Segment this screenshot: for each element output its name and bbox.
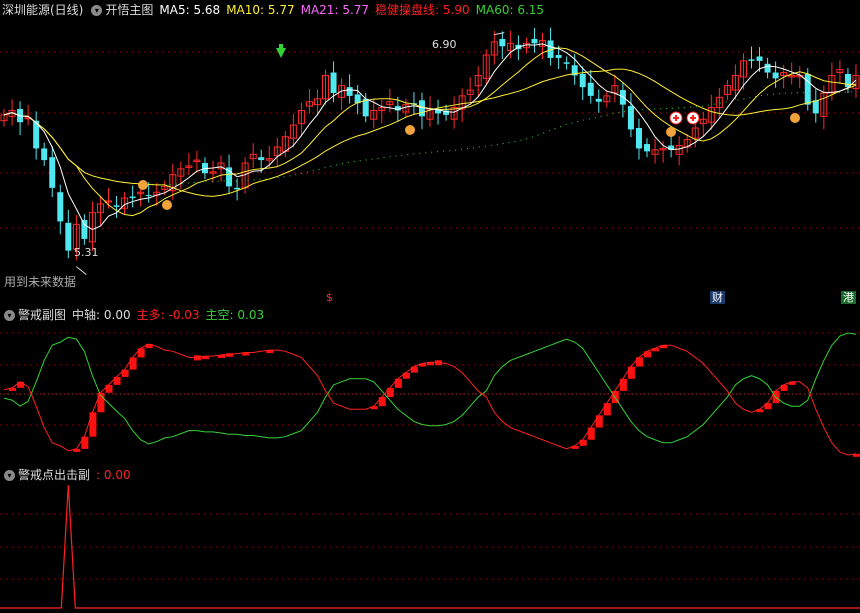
hand-point-icon xyxy=(666,127,676,137)
ma10-line xyxy=(3,47,856,217)
down-arrow-icon xyxy=(279,44,283,49)
bear-label: 主空: xyxy=(205,308,234,322)
ma21-line xyxy=(3,68,857,197)
candle-body-down xyxy=(764,63,771,73)
candle-body-down xyxy=(756,56,763,61)
ma5-value: 5.68 xyxy=(193,3,221,17)
bull-block xyxy=(113,376,121,385)
candle-body-down xyxy=(346,87,353,96)
bull-block xyxy=(121,369,129,377)
ma21-label: MA21: xyxy=(300,3,339,17)
hand-point-icon xyxy=(138,180,148,190)
candle-body-down xyxy=(555,55,562,58)
stable-line-value: 5.90 xyxy=(442,3,470,17)
candle-body-down xyxy=(113,205,120,207)
candle-body-down xyxy=(531,38,538,44)
candle-body-down xyxy=(579,74,586,88)
strike-point-subchart-svg[interactable] xyxy=(0,465,860,613)
bull-block xyxy=(89,412,97,437)
stable-line-label: 稳健操盘线: xyxy=(375,3,440,17)
down-arrow-icon xyxy=(276,48,286,58)
warning-subchart-header: ▾ 警戒副图 中轴: 0.00 主多: -0.03 主空: 0.03 xyxy=(2,307,270,323)
candle-body-down xyxy=(145,195,152,197)
ma5-line xyxy=(3,43,857,231)
bull-block xyxy=(587,427,595,440)
low-price-marker xyxy=(76,266,87,276)
strike-point-value: : 0.00 xyxy=(96,468,131,482)
main-chart-name[interactable]: 开悟主图 xyxy=(105,2,153,18)
ma10-value: 5.77 xyxy=(267,3,295,17)
bull-block xyxy=(81,436,89,449)
strike-point-name[interactable]: 警戒点出击副 xyxy=(18,467,90,483)
candle-body-down xyxy=(595,98,602,102)
high-price-label: 6.90 xyxy=(432,38,457,51)
bull-block xyxy=(627,366,635,379)
main-chart-panel[interactable]: 深圳能源(日线) ▾ 开悟主图 MA5: 5.68 MA10: 5.77 MA2… xyxy=(0,0,860,305)
main-chart-header: 深圳能源(日线) ▾ 开悟主图 MA5: 5.68 MA10: 5.77 MA2… xyxy=(2,2,550,18)
candle-body-down xyxy=(258,157,265,161)
bull-block xyxy=(394,378,402,388)
candle-body-down xyxy=(65,222,72,251)
ma60-label: MA60: xyxy=(475,3,514,17)
axis-label: 中轴: xyxy=(72,308,101,322)
candle-body-down xyxy=(804,74,811,105)
future-data-note: 用到未来数据 xyxy=(4,275,77,289)
bull-block xyxy=(378,397,386,407)
bull-block xyxy=(105,384,113,393)
bull-block xyxy=(635,357,643,367)
chevron-down-icon[interactable]: ▾ xyxy=(91,4,103,16)
strike-point-header: ▾ 警戒点出击副 : 0.00 xyxy=(2,467,137,483)
candle-body-down xyxy=(748,59,755,61)
hand-point-icon xyxy=(790,113,800,123)
bull-label: 主多: xyxy=(136,308,165,322)
ma21-value: 5.77 xyxy=(342,3,370,17)
candle-body-up xyxy=(105,200,113,203)
event-tag-s[interactable]: $ xyxy=(324,291,335,304)
bear-value: 0.03 xyxy=(237,308,265,322)
candle-body-down xyxy=(587,82,594,96)
candle-body-down xyxy=(812,100,819,114)
candle-body-down xyxy=(234,187,241,190)
candle-body-down xyxy=(499,38,506,47)
candle-body-down xyxy=(81,219,88,239)
event-tag-hk[interactable]: 港 xyxy=(841,291,856,304)
bull-block xyxy=(603,403,611,416)
event-tag-finance[interactable]: 财 xyxy=(710,291,725,304)
candle-body-down xyxy=(635,128,642,149)
bear-line xyxy=(3,332,857,445)
warning-subchart-svg[interactable] xyxy=(0,305,860,465)
ma10-label: MA10: xyxy=(226,3,265,17)
hand-point-icon xyxy=(162,200,172,210)
strike-point-subchart-panel[interactable]: ▾ 警戒点出击副 : 0.00 xyxy=(0,465,860,613)
chevron-down-icon[interactable]: ▾ xyxy=(4,309,15,321)
ma60-value: 6.15 xyxy=(517,3,545,17)
strike-point-line xyxy=(0,484,860,609)
hand-point-icon xyxy=(405,125,415,135)
ma5-label: MA5: xyxy=(159,3,190,17)
candle-body-down xyxy=(644,144,651,152)
stock-title: 深圳能源(日线) xyxy=(2,3,84,17)
bull-block xyxy=(595,415,603,428)
bull-block xyxy=(137,348,145,358)
candle-body-down xyxy=(563,62,570,64)
bull-block xyxy=(129,357,137,370)
candle-body-down xyxy=(627,106,634,130)
bull-block xyxy=(619,378,627,391)
candle-body-down xyxy=(57,192,64,222)
warning-subchart-name[interactable]: 警戒副图 xyxy=(18,307,66,323)
candle-body-down xyxy=(772,72,779,79)
bull-value: -0.03 xyxy=(168,308,200,322)
bull-block xyxy=(386,387,394,398)
axis-value: 0.00 xyxy=(103,308,131,322)
candle-body-down xyxy=(49,157,56,188)
chevron-down-icon[interactable]: ▾ xyxy=(4,469,15,481)
candle-body-down xyxy=(129,196,136,199)
low-price-label: 5.31 xyxy=(74,246,99,259)
warning-subchart-panel[interactable]: ▾ 警戒副图 中轴: 0.00 主多: -0.03 主空: 0.03 xyxy=(0,305,860,465)
candle-body-down xyxy=(41,148,48,161)
candle-body-down xyxy=(330,72,337,93)
